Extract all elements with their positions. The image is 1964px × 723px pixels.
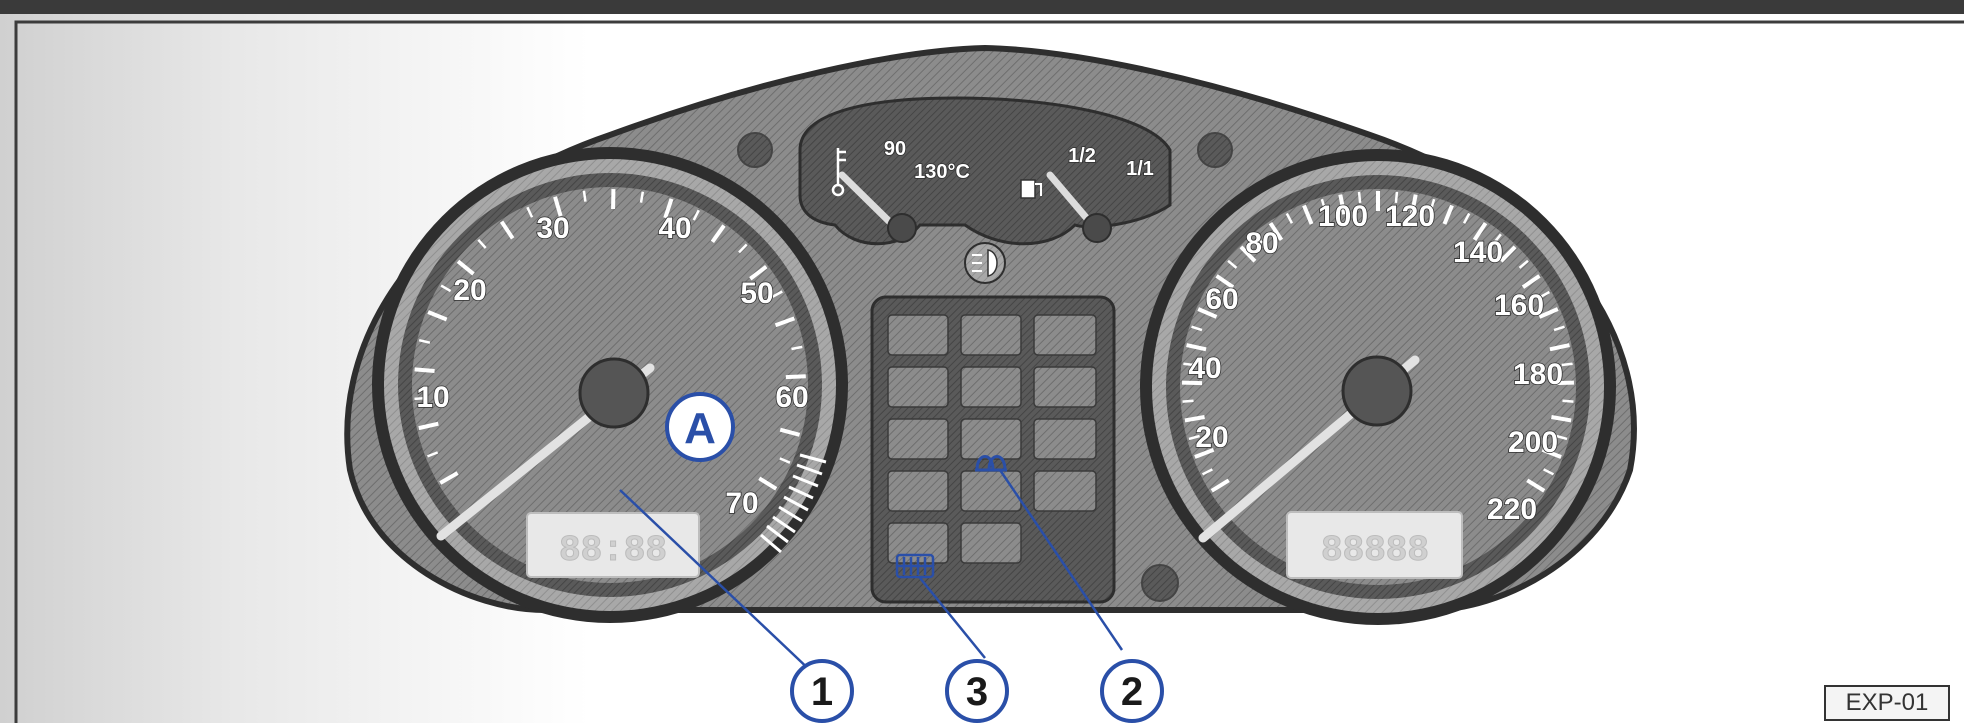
instrument-cluster-diagram: 90 130°C 1/2 1/1 10 20 30 40 50 60 70 88… bbox=[0, 0, 1964, 723]
temp-label-90: 90 bbox=[884, 138, 906, 160]
callout-1: 1 bbox=[790, 659, 854, 723]
speedometer-tick bbox=[1562, 399, 1574, 403]
fuel-label-full: 1/1 bbox=[1126, 158, 1154, 180]
speed-display-readout: 88888 bbox=[1321, 530, 1429, 571]
callout-3: 3 bbox=[945, 659, 1009, 723]
figure-code: EXP-01 bbox=[1824, 685, 1950, 721]
speed-label-200: 200 bbox=[1508, 426, 1558, 459]
tach-label-60: 60 bbox=[775, 381, 808, 414]
tach-label-30: 30 bbox=[536, 212, 569, 245]
tach-display-readout: 88:88 bbox=[559, 530, 667, 571]
speed-label-40: 40 bbox=[1188, 352, 1221, 385]
speed-label-160: 160 bbox=[1494, 289, 1544, 322]
indicator-lamp-right bbox=[1197, 132, 1233, 168]
tach-label-40: 40 bbox=[658, 212, 691, 245]
speed-label-20: 20 bbox=[1195, 421, 1228, 454]
callout-a-label: A bbox=[684, 404, 716, 453]
speedometer-tick bbox=[1561, 362, 1573, 367]
speed-label-220: 220 bbox=[1487, 493, 1537, 526]
speed-label-80: 80 bbox=[1245, 227, 1278, 260]
speedometer-tick bbox=[1182, 399, 1194, 403]
fuel-pivot bbox=[1082, 213, 1112, 243]
tachometer-pivot bbox=[578, 357, 650, 429]
temperature-pivot bbox=[887, 213, 917, 243]
callout-3-label: 3 bbox=[966, 670, 988, 714]
callout-2-label: 2 bbox=[1121, 670, 1143, 714]
tachometer-tick bbox=[414, 367, 435, 373]
small-gauges: 90 130°C 1/2 1/1 bbox=[798, 96, 1172, 246]
speed-label-100: 100 bbox=[1318, 200, 1368, 233]
speed-label-180: 180 bbox=[1513, 358, 1563, 391]
tachometer: 10 20 30 40 50 60 70 88:88 bbox=[372, 147, 848, 623]
tach-label-10: 10 bbox=[416, 381, 449, 414]
fuel-label-half: 1/2 bbox=[1068, 145, 1096, 167]
speed-label-60: 60 bbox=[1205, 283, 1238, 316]
callout-1-label: 1 bbox=[811, 670, 833, 714]
tachometer-tick bbox=[582, 190, 587, 202]
tach-label-70: 70 bbox=[725, 487, 758, 520]
speedometer: 20 40 60 80 100 120 140 160 180 200 220 … bbox=[1140, 149, 1616, 625]
speed-label-120: 120 bbox=[1385, 200, 1435, 233]
callout-a: A bbox=[665, 392, 735, 462]
temp-label-130: 130°C bbox=[914, 161, 970, 183]
tachometer-tick bbox=[785, 374, 806, 380]
callout-2: 2 bbox=[1100, 659, 1164, 723]
indicator-lamp-left bbox=[737, 132, 773, 168]
top-edge bbox=[0, 0, 1964, 14]
tach-label-50: 50 bbox=[740, 277, 773, 310]
speed-label-140: 140 bbox=[1453, 236, 1503, 269]
trip-reset-knob bbox=[1141, 564, 1179, 602]
high-beam-icon bbox=[964, 242, 1006, 284]
speedometer-pivot bbox=[1341, 355, 1413, 427]
tach-label-20: 20 bbox=[453, 274, 486, 307]
